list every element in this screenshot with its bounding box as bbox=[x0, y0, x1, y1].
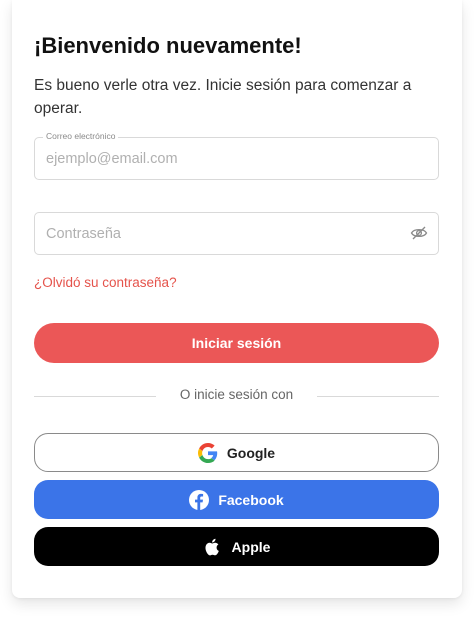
email-field[interactable] bbox=[46, 138, 396, 179]
facebook-login-button[interactable]: Facebook bbox=[34, 480, 439, 519]
divider-line-left bbox=[34, 396, 156, 397]
page-title: ¡Bienvenido nuevamente! bbox=[34, 33, 302, 58]
login-card: ¡Bienvenido nuevamente! Es bueno verle o… bbox=[12, 0, 462, 598]
password-field[interactable] bbox=[46, 213, 396, 254]
apple-login-button[interactable]: Apple bbox=[34, 527, 439, 566]
google-login-label: Google bbox=[226, 444, 276, 461]
facebook-login-label: Facebook bbox=[218, 491, 284, 508]
google-login-button[interactable]: Google bbox=[34, 433, 439, 472]
login-button[interactable]: Iniciar sesión bbox=[34, 323, 439, 363]
divider-label: O inicie sesión con bbox=[179, 387, 294, 402]
forgot-password-link[interactable]: ¿Olvidó su contraseña? bbox=[34, 275, 177, 290]
page-subtitle: Es bueno verle otra vez. Inicie sesión p… bbox=[34, 77, 412, 117]
facebook-icon bbox=[189, 489, 210, 510]
google-icon bbox=[197, 442, 218, 463]
eye-off-icon[interactable] bbox=[410, 225, 428, 241]
divider-line-right bbox=[317, 396, 439, 397]
apple-login-label: Apple bbox=[231, 538, 271, 555]
apple-icon bbox=[203, 537, 223, 557]
social-divider: O inicie sesión con bbox=[34, 387, 439, 405]
login-button-label: Iniciar sesión bbox=[191, 335, 282, 351]
password-field-container bbox=[34, 212, 439, 255]
email-field-container: Correo electrónico bbox=[34, 131, 439, 180]
